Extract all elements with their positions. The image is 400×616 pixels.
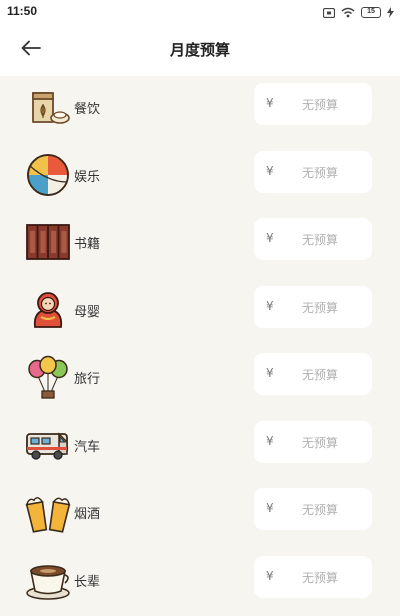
budget-placeholder: 无预算 (302, 501, 338, 518)
category-row-baby: 母婴 ¥ 无预算 (0, 279, 400, 347)
battery-icon: 15 (361, 7, 381, 18)
food-icon (25, 84, 71, 130)
currency-symbol: ¥ (266, 501, 274, 515)
category-row-entertainment: 娱乐 ¥ 无预算 (0, 144, 400, 212)
category-label: 烟酒 (74, 503, 100, 522)
budget-placeholder: 无预算 (302, 569, 338, 586)
budget-input-alcohol[interactable]: ¥ 无预算 (254, 488, 372, 530)
header: 月度预算 (0, 24, 400, 76)
category-row-books: 书籍 ¥ 无预算 (0, 211, 400, 279)
status-bar: 11:50 15 (0, 0, 400, 24)
budget-input-travel[interactable]: ¥ 无预算 (254, 353, 372, 395)
budget-input-food[interactable]: ¥ 无预算 (254, 83, 372, 125)
category-row-travel: 旅行 ¥ 无预算 (0, 346, 400, 414)
currency-symbol: ¥ (266, 164, 274, 178)
category-label: 餐饮 (74, 98, 100, 117)
page-title: 月度预算 (0, 39, 400, 60)
status-icons: 15 (323, 5, 394, 19)
budget-input-car[interactable]: ¥ 无预算 (254, 421, 372, 463)
balloons-icon (25, 354, 71, 400)
charging-icon (387, 3, 394, 22)
category-row-food: 餐饮 ¥ 无预算 (0, 76, 400, 144)
budget-input-elders[interactable]: ¥ 无预算 (254, 556, 372, 598)
baby-doll-icon (25, 287, 71, 333)
category-row-car: 汽车 ¥ 无预算 (0, 414, 400, 482)
category-budget-list: 餐饮 ¥ 无预算 娱乐 ¥ 无预算 (0, 76, 400, 616)
beer-icon (25, 489, 71, 535)
currency-symbol: ¥ (266, 231, 274, 245)
beach-ball-icon (25, 152, 71, 198)
category-label: 长辈 (74, 571, 100, 590)
budget-placeholder: 无预算 (302, 434, 338, 451)
wifi-icon (341, 3, 355, 22)
budget-input-baby[interactable]: ¥ 无预算 (254, 286, 372, 328)
category-label: 母婴 (74, 301, 100, 320)
budget-placeholder: 无预算 (302, 164, 338, 181)
currency-symbol: ¥ (266, 569, 274, 583)
currency-symbol: ¥ (266, 366, 274, 380)
status-time: 11:50 (7, 4, 37, 18)
coffee-cup-icon (25, 557, 71, 603)
rv-car-icon (25, 422, 71, 468)
budget-placeholder: 无预算 (302, 231, 338, 248)
category-label: 汽车 (74, 436, 100, 455)
notification-icon (323, 3, 335, 22)
category-label: 旅行 (74, 368, 100, 387)
category-row-alcohol: 烟酒 ¥ 无预算 (0, 481, 400, 549)
budget-placeholder: 无预算 (302, 299, 338, 316)
currency-symbol: ¥ (266, 96, 274, 110)
books-icon (25, 219, 71, 265)
category-label: 娱乐 (74, 166, 100, 185)
budget-input-books[interactable]: ¥ 无预算 (254, 218, 372, 260)
category-label: 书籍 (74, 233, 100, 252)
currency-symbol: ¥ (266, 299, 274, 313)
category-row-elders: 长辈 ¥ 无预算 (0, 549, 400, 616)
budget-input-entertainment[interactable]: ¥ 无预算 (254, 151, 372, 193)
currency-symbol: ¥ (266, 434, 274, 448)
budget-placeholder: 无预算 (302, 366, 338, 383)
budget-placeholder: 无预算 (302, 96, 338, 113)
